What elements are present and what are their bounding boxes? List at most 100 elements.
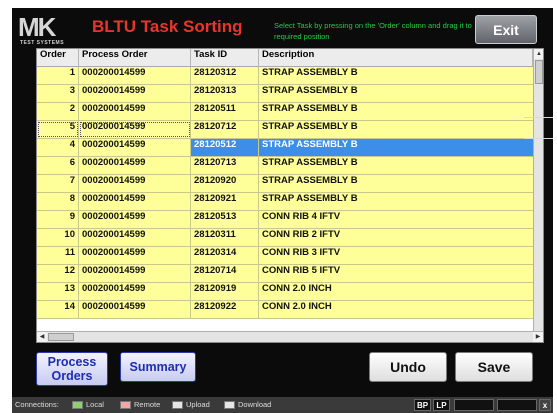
row-order[interactable]: 5 <box>37 121 79 138</box>
page-title: BLTU Task Sorting <box>92 17 243 36</box>
row-order[interactable]: 2 <box>37 103 79 120</box>
row-process-order: 000200014599 <box>79 229 191 246</box>
row-description: CONN RIB 2 IFTV <box>262 229 341 240</box>
row-task-id: 28120714 <box>191 265 259 282</box>
logo-subtext: TEST SYSTEMS <box>20 40 65 46</box>
table-row[interactable]: 10 000200014599 28120311 CONN RIB 2 IFTV <box>37 229 533 247</box>
table-row[interactable]: 11 000200014599 28120314 CONN RIB 3 IFTV <box>37 247 533 265</box>
scroll-right-icon[interactable]: ▶ <box>533 332 543 342</box>
remote-indicator <box>120 401 131 409</box>
table-row[interactable]: 6 000200014599 28120713 STRAP ASSEMBLY B <box>37 157 533 175</box>
exit-button[interactable]: Exit <box>475 15 537 44</box>
row-order[interactable]: 1 <box>37 67 79 84</box>
status-bar: Connections: Local Remote Upload Downloa… <box>12 397 553 413</box>
row-description: CONN RIB 5 IFTV <box>262 265 341 276</box>
remote-label: Remote <box>134 400 161 409</box>
scroll-left-icon[interactable]: ◀ <box>37 332 47 342</box>
grid-header: Order Process Order Task ID Description <box>37 49 533 67</box>
row-task-id: 28120922 <box>191 301 259 318</box>
row-process-order: 000200014599 <box>79 247 191 264</box>
row-order[interactable]: 9 <box>37 211 79 228</box>
row-task-id: 28120311 <box>191 229 259 246</box>
local-label: Local <box>86 400 104 409</box>
scroll-thumb-horizontal[interactable] <box>48 333 74 341</box>
vertical-scrollbar[interactable]: ▲ <box>533 49 543 331</box>
row-process-order: 000200014599 <box>79 85 191 102</box>
upload-indicator <box>172 401 183 409</box>
row-description: CONN RIB 4 IFTV <box>262 211 341 222</box>
process-orders-button[interactable]: Process Orders <box>36 352 108 386</box>
row-process-order: 000200014599 <box>79 103 191 120</box>
local-indicator <box>72 401 83 409</box>
row-order[interactable]: 7 <box>37 175 79 192</box>
status-panel <box>497 399 537 411</box>
row-order[interactable]: 4 <box>37 139 79 156</box>
table-row[interactable]: 3 000200014599 28120313 STRAP ASSEMBLY B <box>37 85 533 103</box>
row-order[interactable]: 14 <box>37 301 79 318</box>
row-task-id: 28120920 <box>191 175 259 192</box>
row-task-id: 28120313 <box>191 85 259 102</box>
column-header-order[interactable]: Order <box>37 49 79 66</box>
summary-button[interactable]: Summary <box>120 352 196 382</box>
row-order[interactable]: 10 <box>37 229 79 246</box>
table-row[interactable]: 13 000200014599 28120919 CONN 2.0 INCH <box>37 283 533 301</box>
status-panel <box>454 399 494 411</box>
row-process-order: 000200014599 <box>79 157 191 174</box>
row-process-order: 000200014599 <box>79 67 191 84</box>
lp-indicator: LP <box>433 399 450 411</box>
row-description: CONN 2.0 INCH <box>262 301 332 312</box>
row-description: STRAP ASSEMBLY B <box>262 67 358 78</box>
table-row[interactable]: 7 000200014599 28120920 STRAP ASSEMBLY B <box>37 175 533 193</box>
column-header-process-order[interactable]: Process Order <box>79 49 191 66</box>
scroll-up-icon[interactable]: ▲ <box>534 49 543 59</box>
close-icon[interactable]: x <box>539 399 551 411</box>
undo-button[interactable]: Undo <box>369 352 447 382</box>
row-process-order: 000200014599 <box>79 283 191 300</box>
connections-label: Connections: <box>15 400 59 409</box>
row-order[interactable]: 11 <box>37 247 79 264</box>
row-process-order: 000200014599 <box>79 139 191 156</box>
scroll-thumb[interactable] <box>535 60 543 84</box>
row-process-order: 000200014599 <box>79 265 191 282</box>
table-row-selected[interactable]: 4 000200014599 28120512 STRAP ASSEMBLY B <box>37 139 533 157</box>
download-label: Download <box>238 400 272 409</box>
task-grid: Order Process Order Task ID Description … <box>36 48 544 343</box>
table-row[interactable]: 9 000200014599 28120513 CONN RIB 4 IFTV <box>37 211 533 229</box>
column-header-description[interactable]: Description <box>259 49 533 66</box>
table-row[interactable]: 12 000200014599 28120714 CONN RIB 5 IFTV <box>37 265 533 283</box>
mk-logo: MK TEST SYSTEMS <box>18 12 76 46</box>
row-order[interactable]: 8 <box>37 193 79 210</box>
row-process-order: 000200014599 <box>79 193 191 210</box>
table-row[interactable]: 1 000200014599 28120312 STRAP ASSEMBLY B <box>37 67 533 85</box>
row-description: CONN 2.0 INCH <box>262 283 332 294</box>
row-description: STRAP ASSEMBLY B <box>262 175 358 186</box>
row-task-id: 28120312 <box>191 67 259 84</box>
row-order[interactable]: 6 <box>37 157 79 174</box>
upload-label: Upload <box>186 400 210 409</box>
row-task-id: 28120314 <box>191 247 259 264</box>
table-row[interactable]: 5 000200014599 28120712 STRAP ASSEMBLY B <box>37 121 533 139</box>
column-header-task-id[interactable]: Task ID <box>191 49 259 66</box>
row-description: STRAP ASSEMBLY B <box>262 157 358 168</box>
row-task-id: 28120713 <box>191 157 259 174</box>
row-description: CONN RIB 3 IFTV <box>262 247 341 258</box>
table-row[interactable]: 14 000200014599 28120922 CONN 2.0 INCH <box>37 301 533 319</box>
row-order[interactable]: 13 <box>37 283 79 300</box>
bp-indicator: BP <box>414 399 431 411</box>
horizontal-scrollbar[interactable]: ◀ ▶ <box>37 331 543 342</box>
table-row[interactable]: 2 000200014599 28120511 STRAP ASSEMBLY B <box>37 103 533 121</box>
app-window: MK TEST SYSTEMS BLTU Task Sorting Select… <box>12 8 553 401</box>
row-task-id: 28120511 <box>191 103 259 120</box>
row-order[interactable]: 12 <box>37 265 79 282</box>
row-process-order: 000200014599 <box>79 175 191 192</box>
row-process-order: 000200014599 <box>79 211 191 228</box>
table-row[interactable]: 8 000200014599 28120921 STRAP ASSEMBLY B <box>37 193 533 211</box>
row-description: STRAP ASSEMBLY B <box>262 121 358 132</box>
row-description: STRAP ASSEMBLY B <box>262 103 358 114</box>
logo-text: MK <box>18 12 56 42</box>
save-button[interactable]: Save <box>455 352 533 382</box>
row-description: STRAP ASSEMBLY B <box>262 139 358 150</box>
drag-indicator-line <box>524 138 553 139</box>
row-description: STRAP ASSEMBLY B <box>262 193 358 204</box>
row-order[interactable]: 3 <box>37 85 79 102</box>
